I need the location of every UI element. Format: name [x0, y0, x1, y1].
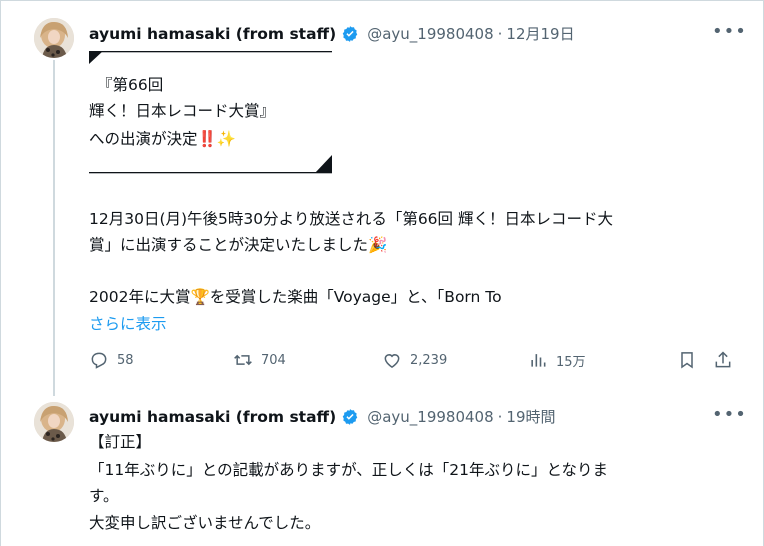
tweet-text-line: 輝く！日本レコード大賞』: [89, 102, 276, 120]
verified-badge-icon: [342, 408, 358, 425]
author-handle[interactable]: @ayu_19980408: [367, 25, 493, 43]
avatar-photo: [34, 18, 74, 58]
views-button[interactable]: 15万: [528, 350, 586, 370]
tweet1-header: ayumi hamasaki (from staff) @ayu_1998040…: [89, 23, 575, 44]
decorative-banner-bottom: [89, 155, 332, 174]
repost-icon: [234, 354, 252, 366]
separator-dot: ·: [497, 407, 503, 426]
views-icon: [531, 354, 546, 367]
tweet-timestamp[interactable]: 12月19日: [506, 23, 574, 44]
view-count: 15万: [556, 354, 586, 370]
thread-line: [53, 60, 55, 396]
tweet2-header: ayumi hamasaki (from staff) @ayu_1998040…: [89, 406, 556, 427]
share-button[interactable]: [713, 350, 733, 374]
tweet-timestamp[interactable]: 19時間: [506, 406, 555, 427]
tweet-text-line: 大変申し訳ございませんでした。: [89, 514, 321, 532]
show-more-link[interactable]: さらに表示: [89, 312, 167, 334]
author-name[interactable]: ayumi hamasaki (from staff): [89, 408, 336, 426]
tweet-text-line: への出演が決定‼️✨: [89, 130, 237, 148]
repost-count: 704: [261, 352, 286, 368]
decorative-banner-top: [89, 51, 332, 64]
tweet-text-line: す。: [89, 487, 119, 505]
frame-left-border: [0, 0, 1, 546]
verified-badge-icon: [342, 25, 358, 42]
author-name[interactable]: ayumi hamasaki (from staff): [89, 25, 336, 43]
tweet-text-line: 12月30日(月)午後5時30分より放送される「第66回 輝く！日本レコード大: [89, 210, 613, 228]
tweet-text-line: 2002年に大賞🏆を受賞した楽曲「Voyage」と、「Born To: [89, 288, 502, 306]
separator-dot: ·: [497, 24, 503, 43]
tweet-text-line: 【訂正】: [89, 433, 152, 451]
reply-count: 58: [117, 352, 134, 368]
reply-button[interactable]: 58: [89, 350, 134, 370]
tweet-text-line: 「11年ぶりに」との記載がありますが、正しくは「21年ぶりに」となりま: [89, 461, 609, 479]
author-handle[interactable]: @ayu_19980408: [367, 408, 493, 426]
more-options-icon[interactable]: •••: [712, 21, 747, 42]
avatar[interactable]: [34, 18, 74, 58]
frame-top-border: [0, 0, 764, 1]
avatar-photo: [34, 402, 74, 442]
like-icon: [384, 354, 400, 368]
repost-button[interactable]: 704: [233, 350, 286, 370]
bookmark-button[interactable]: [677, 350, 697, 374]
like-button[interactable]: 2,239: [382, 350, 447, 370]
more-options-icon[interactable]: •••: [712, 404, 747, 425]
tweet-text-line: 『第66回: [97, 76, 164, 94]
tweet-text-line: 賞」に出演することが決定いたしました🎉: [89, 236, 388, 254]
like-count: 2,239: [410, 352, 448, 368]
share-icon: [715, 351, 731, 368]
bookmark-icon: [681, 352, 693, 369]
avatar[interactable]: [34, 402, 74, 442]
reply-icon: [91, 352, 107, 369]
